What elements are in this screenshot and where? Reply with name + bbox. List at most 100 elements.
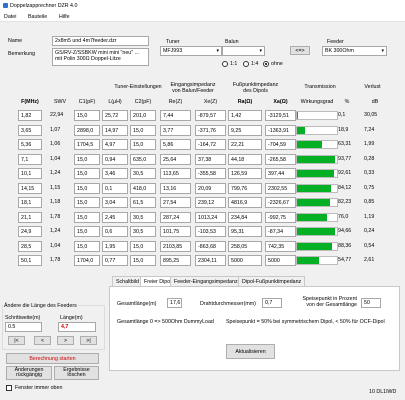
table-cell-xa: -1363,91 [265,124,296,136]
chevron-down-icon: ▾ [381,48,384,54]
header-tuner-settings: Tuner-Einstellungen [114,84,162,90]
radio-balun-1-4[interactable] [243,61,249,67]
table-cell-l: 4,97 [102,139,128,150]
transmission-bar [296,227,338,236]
table-cell-freq: 3,65 [18,124,42,136]
window-title: Doppelzapprechner DZR 4.0 [10,3,78,9]
table-cell-c2: 15,0 [130,124,156,136]
table-cell-c1: 15,0 [74,226,100,237]
table-cell-ra: 5000 [228,255,262,266]
balun-label: Balun [225,39,239,45]
table-cell-c2: 15,0 [130,139,156,150]
transmission-bar [296,154,338,164]
length-input[interactable]: 4,7 [58,322,96,332]
header-feedpoint-impedance: Fußpunktimpedanz des Dipols [232,82,279,94]
table-cell-freq: 18,1 [18,197,42,208]
table-cell-l: 3,46 [102,168,128,179]
prev-button[interactable]: < [34,336,51,345]
radio-balun-ohne[interactable] [263,61,269,67]
table-cell-db: 0,54 [364,242,375,249]
clear-results-button[interactable]: Ergebnisse löschen [54,366,99,380]
table-cell-c2: 635,0 [130,153,156,165]
table-cell-l: 0,1 [102,182,128,194]
transmission-bar-fill [297,126,305,134]
table-cell-ra: 126,59 [228,168,262,179]
table-cell-xe: -355,58 [195,168,226,179]
last-button[interactable]: >| [80,336,97,345]
table-cell-l: 25,72 [102,110,128,121]
table-cell-l: 0,77 [102,255,128,266]
table-cell-xa: -3129,51 [265,110,296,121]
column-header-c1: C1(pF) [78,99,96,105]
table-cell-l: 0,94 [102,153,128,165]
table-cell-l: 0,6 [102,226,128,237]
table-cell-ra: 4816,9 [228,197,262,208]
table-cell-ra: 44,18 [228,153,262,165]
table-cell-re: 27,54 [160,197,191,208]
table-cell-re: 5,86 [160,139,191,150]
total-length-input[interactable]: 17,6 [167,298,182,308]
table-cell-xe: -371,76 [195,124,226,136]
table-cell-db: 30,05 [364,112,378,118]
first-button[interactable]: |< [8,336,25,345]
header-input-impedance: Eingangsimpedanz von Balun/Feeder [170,82,216,94]
column-header-c2: C2(pF) [134,99,152,105]
table-cell-re: 13,16 [160,182,191,194]
table-cell-xe: -863,68 [195,240,226,252]
table-cell-xa: 742,35 [265,240,296,252]
topmost-checkbox[interactable] [6,385,12,391]
remark-input[interactable]: GS/RV-Z/SSBKW mini mini "neu" ... mit Po… [52,48,149,66]
table-cell-xe: 37,38 [195,153,226,165]
table-cell-c2: 30,5 [130,211,156,223]
table-cell-ra: 799,76 [228,182,262,194]
transmission-bar [296,256,338,265]
menu-bar: Datei Bauteile Hilfe [0,11,405,22]
transmission-bar-fill [297,242,333,250]
table-cell-re: 2103,85 [160,240,191,252]
name-label: Name [8,38,23,44]
radio-balun-ohne-label: ohne [271,61,283,67]
table-cell-percent: 94,66 [338,228,352,234]
update-button[interactable]: Aktualisieren [226,344,275,359]
menu-bauteile[interactable]: Bauteile [28,14,47,20]
feeder-value: BK 300Ohm [325,48,354,54]
table-cell-swv: 1,04 [50,155,61,162]
table-cell-re: 7,44 [160,110,191,121]
table-cell-percent: 18,9 [338,126,349,133]
feedpoint-percent-input[interactable]: 50 [361,298,381,308]
name-input[interactable]: 2x8m5 und 4m7feeder.dzr [52,36,149,46]
menu-hilfe[interactable]: Hilfe [59,14,70,20]
column-header-l: L(µH) [108,99,122,105]
table-cell-xa: 5000 [265,255,296,266]
calculate-button[interactable]: Berechnung starten [6,353,99,364]
feeder-select[interactable]: BK 300Ohm ▾ [322,46,387,56]
balun-select[interactable]: ▾ [222,46,265,56]
tuner-select[interactable]: MFJ993 ▾ [160,46,222,56]
table-cell-freq: 10,1 [18,168,42,179]
table-cell-c1: 1704,0 [74,255,100,266]
undo-button[interactable]: Änderungen rückgängig [6,366,52,380]
length-label: Länge(m) [60,315,83,321]
wire-diameter-input[interactable]: 0,7 [262,298,282,308]
topmost-label: Fenster immer oben [15,385,63,391]
table-cell-c2: 15,0 [130,255,156,266]
table-cell-xe: 20,09 [195,182,226,194]
table-cell-percent: 54,77 [338,257,352,263]
table-cell-swv: 1,24 [50,228,61,234]
radio-balun-1-1[interactable] [222,61,228,67]
transmission-bar [296,212,338,222]
table-cell-swv: 1,18 [50,199,61,205]
transmission-bar-fill [297,170,335,177]
table-cell-percent: 92,61 [338,170,352,176]
swap-button[interactable]: <=> [290,46,310,55]
step-input[interactable]: 0.5 [5,322,42,332]
menu-datei[interactable]: Datei [4,14,16,20]
radio-balun-1-1-label: 1:1 [230,61,238,67]
table-cell-ra: 234,84 [228,211,262,223]
table-cell-xe: -879,57 [195,110,226,121]
column-header-swv: SWV [53,99,67,105]
next-button[interactable]: > [57,336,74,345]
table-cell-swv: 22,94 [50,112,64,118]
transmission-bar [296,198,338,207]
table-cell-xa: -704,59 [265,139,296,150]
